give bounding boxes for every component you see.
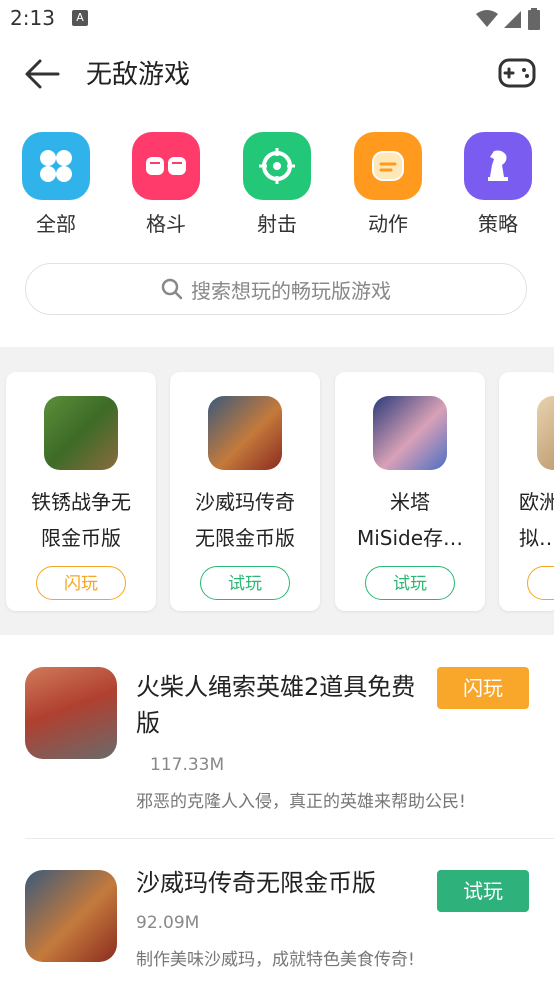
flash-play-button[interactable] xyxy=(527,566,554,600)
game-description: 制作美味沙威玛，成就特色美食传奇! xyxy=(136,950,415,970)
notification-icon: A xyxy=(72,10,88,26)
search-icon xyxy=(161,278,183,300)
game-title: 米塔 MiSide存… xyxy=(356,490,464,550)
game-card[interactable]: 欧洲 拟… xyxy=(499,372,554,611)
category-all[interactable]: 全部 xyxy=(14,132,98,237)
game-title: 欧洲 拟… xyxy=(519,490,554,550)
crosshair-icon xyxy=(243,132,311,200)
game-icon xyxy=(44,396,118,470)
game-title: 火柴人绳索英雄2道具免费版 xyxy=(136,673,416,737)
list-item[interactable]: 火柴人绳索英雄2道具免费版 117.33M 邪恶的克隆人入侵，真正的英雄来帮助公… xyxy=(0,635,554,839)
try-play-button[interactable]: 试玩 xyxy=(437,870,529,912)
try-play-button[interactable]: 试玩 xyxy=(200,566,290,600)
flash-play-button[interactable]: 闪玩 xyxy=(36,566,126,600)
file-size: 117.33M xyxy=(150,755,225,775)
category-fighting[interactable]: 格斗 xyxy=(124,132,208,237)
game-icon xyxy=(537,396,554,470)
battery-icon xyxy=(528,8,540,30)
game-list: 火柴人绳索英雄2道具免费版 117.33M 邪恶的克隆人入侵，真正的英雄来帮助公… xyxy=(0,635,554,986)
status-time: 2:13 xyxy=(10,6,55,30)
file-size: 92.09M xyxy=(136,913,200,933)
four-petal-icon xyxy=(22,132,90,200)
game-card[interactable]: 铁锈战争无 限金币版 闪玩 xyxy=(6,372,156,611)
game-description: 邪恶的克隆人入侵，真正的英雄来帮助公民! xyxy=(136,792,466,812)
flash-play-button[interactable]: 闪玩 xyxy=(437,667,529,709)
game-title: 沙威玛传奇无限金币版 xyxy=(136,869,376,897)
punch-icon xyxy=(354,132,422,200)
page-title: 无敌游戏 xyxy=(86,60,191,90)
game-card[interactable]: 米塔 MiSide存… 试玩 xyxy=(335,372,485,611)
category-action[interactable]: 动作 xyxy=(346,132,430,237)
wifi-icon xyxy=(476,10,498,27)
gamepad-icon[interactable] xyxy=(498,54,536,92)
category-shooting[interactable]: 射击 xyxy=(235,132,319,237)
game-title: 沙威玛传奇 无限金币版 xyxy=(195,490,295,550)
category-label: 射击 xyxy=(257,212,297,236)
category-label: 全部 xyxy=(36,212,76,236)
game-icon xyxy=(373,396,447,470)
search-placeholder: 搜索想玩的畅玩版游戏 xyxy=(191,278,391,303)
back-arrow-icon[interactable] xyxy=(22,56,62,92)
game-title: 铁锈战争无 限金币版 xyxy=(31,490,131,550)
category-label: 格斗 xyxy=(146,212,186,236)
featured-carousel: 铁锈战争无 限金币版 闪玩 沙威玛传奇 无限金币版 试玩 米塔 MiSide存…… xyxy=(0,347,554,635)
system-icons xyxy=(476,8,540,30)
try-play-button[interactable]: 试玩 xyxy=(365,566,455,600)
category-strategy[interactable]: 策略 xyxy=(456,132,540,237)
search-box[interactable]: 搜索想玩的畅玩版游戏 xyxy=(25,263,527,315)
list-item[interactable]: 沙威玛传奇无限金币版 92.09M 制作美味沙威玛，成就特色美食传奇! 试玩 xyxy=(0,839,554,986)
game-icon xyxy=(208,396,282,470)
category-label: 策略 xyxy=(478,212,518,236)
chess-knight-icon xyxy=(464,132,532,200)
game-card[interactable]: 沙威玛传奇 无限金币版 试玩 xyxy=(170,372,320,611)
app-bar: 无敌游戏 xyxy=(0,38,554,110)
game-icon xyxy=(25,870,117,962)
fists-icon xyxy=(132,132,200,200)
signal-icon xyxy=(504,11,521,28)
category-label: 动作 xyxy=(368,212,408,236)
category-row: 全部 格斗 射击 动作 策略 xyxy=(0,132,554,242)
status-bar: 2:13 A xyxy=(0,0,554,38)
game-icon xyxy=(25,667,117,759)
